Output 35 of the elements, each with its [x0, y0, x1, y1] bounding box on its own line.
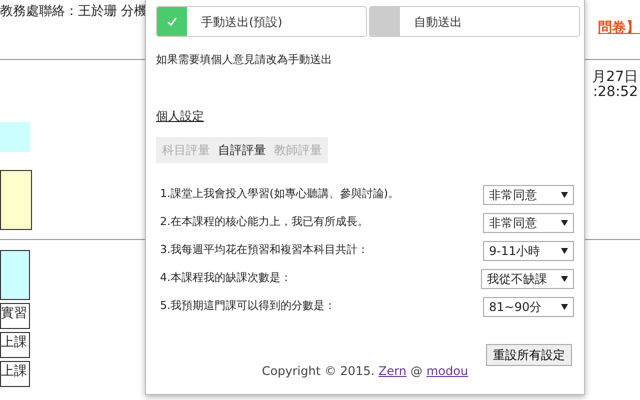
table-cell: 實習: [0, 303, 30, 329]
at-sign: @: [410, 363, 422, 380]
answer-dropdown[interactable]: 9-11小時: [483, 240, 574, 260]
section-title: 個人設定: [156, 108, 204, 124]
copyright-text: Copyright © 2015.: [262, 363, 375, 380]
survey-link[interactable]: 問卷】: [598, 18, 640, 59]
date-text: 月27日: [592, 70, 638, 85]
send-mode-toggle[interactable]: 自動送出: [369, 6, 580, 37]
question-text: 1.課堂上我會投入學習(如專心聽講、參與討論)。: [160, 186, 400, 202]
hint-text: 如果需要填個人意見請改為手動送出: [156, 52, 333, 68]
author-link[interactable]: Zern: [378, 362, 406, 380]
info-panel: [0, 122, 30, 152]
dropdown-arrow-icon: [561, 219, 568, 226]
dropdown-arrow-icon: [561, 303, 568, 310]
table-cell: [0, 250, 30, 300]
answer-dropdown[interactable]: 非常同意: [483, 184, 574, 204]
question-text: 4.本課程我的缺課次數是：: [160, 270, 292, 286]
answer-dropdown[interactable]: 81~90分: [483, 296, 574, 316]
dropdown-arrow-icon: [561, 191, 568, 198]
question-text: 5.我預期這門課可以得到的分數是：: [160, 298, 336, 314]
dropdown-arrow-icon: [561, 247, 568, 254]
time-text: :28:52: [592, 85, 638, 100]
question-text: 2.在本課程的核心能力上，我已有所成長。: [160, 214, 368, 230]
reset-button[interactable]: 重設所有設定: [486, 344, 572, 366]
dropdown-arrow-icon: [561, 275, 568, 282]
notice-panel: [0, 170, 32, 230]
check-icon: [167, 17, 177, 26]
table-cell: 上課: [0, 332, 30, 358]
answer-dropdown[interactable]: 我從不缺課: [481, 268, 574, 288]
send-mode-toggle[interactable]: 手動送出(預設): [156, 6, 367, 37]
answer-dropdown[interactable]: 非常同意: [483, 212, 574, 232]
site-link[interactable]: modou: [426, 362, 468, 380]
table-cell: 上課: [0, 361, 30, 387]
tab[interactable]: 自評評量: [218, 140, 266, 158]
question-text: 3.我每週平均花在預習和複習本科目共計：: [160, 242, 368, 258]
